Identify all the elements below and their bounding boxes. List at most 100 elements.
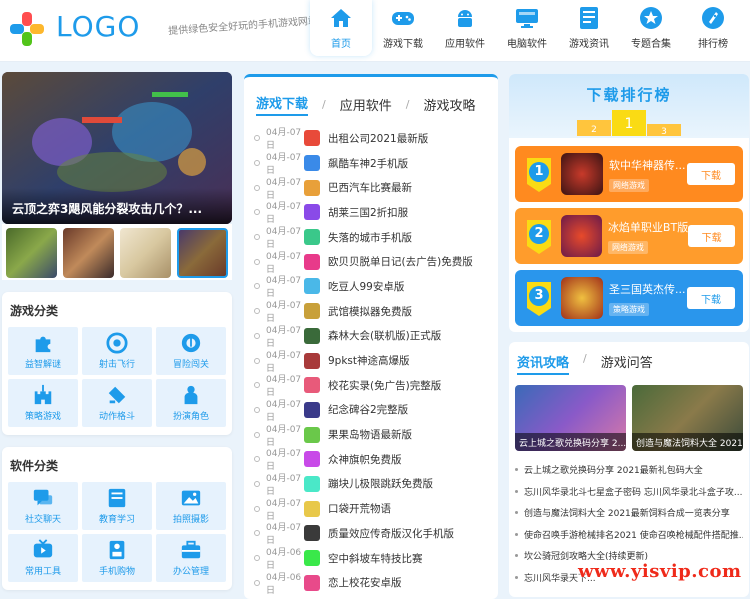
- category-action[interactable]: 动作格斗: [82, 379, 152, 427]
- game-icon: [304, 352, 320, 369]
- list-item[interactable]: 04月-06日 空中斜坡车特技比赛: [254, 546, 488, 571]
- list-item[interactable]: 04月-07日 巴西汽车比赛最新: [254, 175, 488, 201]
- category-label: 办公管理: [172, 567, 209, 577]
- list-item[interactable]: 04月-07日 口袋开荒物语: [254, 496, 488, 522]
- category-shooting[interactable]: 射击飞行: [82, 327, 152, 375]
- banner-thumb-1[interactable]: [6, 228, 57, 278]
- category-photo[interactable]: 拍照摄影: [156, 482, 226, 530]
- item-name[interactable]: 质量效应传奇版汉化手机版: [328, 526, 454, 541]
- nav-game-download[interactable]: 游戏下载: [372, 0, 434, 56]
- category-rpg[interactable]: 扮演角色: [156, 379, 226, 427]
- item-name[interactable]: 森林大会(联机版)正式版: [328, 328, 441, 343]
- category-label: 社交聊天: [24, 515, 61, 525]
- item-name[interactable]: 众神旗帜免费版: [328, 452, 402, 467]
- news-card-2[interactable]: 创造与魔法饲料大全 2021...: [632, 385, 743, 451]
- news-card-1[interactable]: 云上城之歌兑换码分享 2...: [515, 385, 626, 451]
- list-item[interactable]: 04月-07日 吃豆人99安卓版: [254, 274, 488, 299]
- featured-banner[interactable]: 云顶之弈3飓风能分裂攻击几个？...: [2, 72, 232, 224]
- tab-game-download[interactable]: 游戏下载: [256, 93, 309, 116]
- tab-guides[interactable]: 游戏攻略: [423, 95, 475, 114]
- news-item[interactable]: 云上城之歌兑换码分享 2021最新礼包码大全: [515, 459, 743, 481]
- android-icon: [458, 10, 472, 27]
- item-name[interactable]: 飙酷车神2手机版: [328, 156, 408, 171]
- tab-news[interactable]: 资讯攻略: [517, 352, 570, 375]
- item-name[interactable]: 果果岛物语最新版: [328, 427, 412, 442]
- bullet-dot: [254, 579, 260, 586]
- nav-home[interactable]: 首页: [310, 0, 372, 56]
- list-item[interactable]: 04月-07日 胡莱三国2折扣服: [254, 200, 488, 225]
- item-name[interactable]: 空中斜坡车特技比赛: [328, 551, 423, 566]
- tab-qa[interactable]: 游戏问答: [601, 352, 653, 375]
- download-button[interactable]: 下载: [687, 287, 735, 309]
- download-button[interactable]: 下载: [688, 225, 735, 247]
- item-name[interactable]: 武馆模拟器免费版: [328, 304, 412, 319]
- banner-thumb-4[interactable]: [177, 228, 228, 278]
- tab-separator: /: [322, 98, 326, 111]
- item-name[interactable]: 恋上校花安卓版: [328, 575, 402, 590]
- nav-apps[interactable]: 应用软件: [434, 0, 496, 56]
- list-item[interactable]: 04月-07日 果果岛物语最新版: [254, 422, 488, 448]
- banner-thumb-3[interactable]: [120, 228, 171, 278]
- category-office[interactable]: 办公管理: [156, 534, 226, 582]
- category-puzzle[interactable]: 益智解谜: [8, 327, 78, 375]
- logo-cross-icon[interactable]: [8, 10, 46, 48]
- list-item[interactable]: 04月-07日 质量效应传奇版汉化手机版: [254, 521, 488, 546]
- ranking-title: 下载排行榜: [586, 86, 672, 104]
- item-name[interactable]: 胡莱三国2折扣服: [328, 205, 408, 220]
- rank-item-1[interactable]: 1 软中华神器传... 网络游戏 下载: [515, 146, 743, 202]
- home-icon: [331, 9, 351, 27]
- list-item[interactable]: 04月-07日 欧贝贝脱单日记(去广告)免费版: [254, 249, 488, 275]
- list-item[interactable]: 04月-07日 飙酷车神2手机版: [254, 151, 488, 176]
- bullet-dot: [254, 406, 260, 413]
- news-item[interactable]: 创造与魔法饲料大全 2021最新饲料合成一览表分享: [515, 502, 743, 524]
- item-date: 04月-07日: [266, 301, 302, 325]
- item-name[interactable]: 纪念碑谷2完整版: [328, 402, 408, 417]
- item-name[interactable]: 口袋开荒物语: [328, 501, 391, 516]
- game-icon: [304, 401, 320, 418]
- main-nav: 首页 游戏下载 应用软件 电脑软件 游戏资讯 专题合集 排行榜: [310, 0, 744, 58]
- category-tools[interactable]: 常用工具: [8, 534, 78, 582]
- rank-info: 冰焰单职业BT版 网络游戏: [607, 219, 688, 254]
- news-item[interactable]: 忘川风华录北斗七星盒子密码 忘川风华录北斗盒子攻...: [515, 481, 743, 503]
- list-item[interactable]: 04月-07日 蹦块儿极限跳跃免费版: [254, 472, 488, 497]
- category-shopping[interactable]: 手机购物: [82, 534, 152, 582]
- item-name[interactable]: 吃豆人99安卓版: [328, 279, 404, 294]
- category-strategy[interactable]: 策略游戏: [8, 379, 78, 427]
- download-button[interactable]: 下载: [687, 163, 735, 185]
- rank-item-2[interactable]: 2 冰焰单职业BT版 网络游戏 下载: [515, 208, 743, 264]
- nav-label: 排行榜: [698, 39, 728, 50]
- nav-ranking[interactable]: 排行榜: [682, 0, 744, 56]
- list-item[interactable]: 04月-07日 出租公司2021最新版: [254, 126, 488, 151]
- item-name[interactable]: 巴西汽车比赛最新: [328, 180, 412, 195]
- list-item[interactable]: 04月-07日 纪念碑谷2完整版: [254, 398, 488, 423]
- category-adventure[interactable]: 冒险闯关: [156, 327, 226, 375]
- rank-item-3[interactable]: 3 圣三国英杰传... 策略游戏 下载: [515, 270, 743, 326]
- item-name[interactable]: 出租公司2021最新版: [328, 131, 428, 146]
- list-item[interactable]: 04月-07日 失落的城市手机版: [254, 225, 488, 250]
- item-name[interactable]: 9pkst神途高爆版: [328, 353, 410, 368]
- nav-pc-software[interactable]: 电脑软件: [496, 0, 558, 56]
- category-chat[interactable]: 社交聊天: [8, 482, 78, 530]
- banner-thumb-2[interactable]: [63, 228, 114, 278]
- item-name[interactable]: 欧贝贝脱单日记(去广告)免费版: [328, 254, 473, 269]
- list-item[interactable]: 04月-07日 众神旗帜免费版: [254, 447, 488, 472]
- rank-game-tag: 网络游戏: [607, 240, 648, 254]
- list-item[interactable]: 04月-07日 森林大会(联机版)正式版: [254, 324, 488, 349]
- tab-apps[interactable]: 应用软件: [340, 95, 392, 114]
- item-date: 04月-06日: [266, 572, 302, 596]
- tab-separator: /: [405, 98, 410, 111]
- item-name[interactable]: 蹦块儿极限跳跃免费版: [328, 476, 433, 491]
- list-item[interactable]: 04月-07日 武馆模拟器免费版: [254, 299, 488, 324]
- list-item[interactable]: 04月-06日 恋上校花安卓版: [254, 570, 488, 596]
- logo-text[interactable]: LOGO: [56, 10, 140, 43]
- nav-topics[interactable]: 专题合集: [620, 0, 682, 56]
- photo-icon: [181, 490, 201, 506]
- item-name[interactable]: 失落的城市手机版: [328, 230, 412, 245]
- category-education[interactable]: 教育学习: [82, 482, 152, 530]
- news-item[interactable]: 使命召唤手游枪械排名2021 使命召唤枪械配件搭配推...: [515, 524, 743, 546]
- game-category-grid: 益智解谜 射击飞行 冒险闯关 策略游戏 动作格斗 扮演角色: [8, 327, 226, 427]
- item-name[interactable]: 校花实录(免广告)完整版: [328, 378, 441, 393]
- list-item[interactable]: 04月-07日 校花实录(免广告)完整版: [254, 373, 488, 398]
- list-item[interactable]: 04月-07日 9pkst神途高爆版: [254, 348, 488, 374]
- nav-game-news[interactable]: 游戏资讯: [558, 0, 620, 56]
